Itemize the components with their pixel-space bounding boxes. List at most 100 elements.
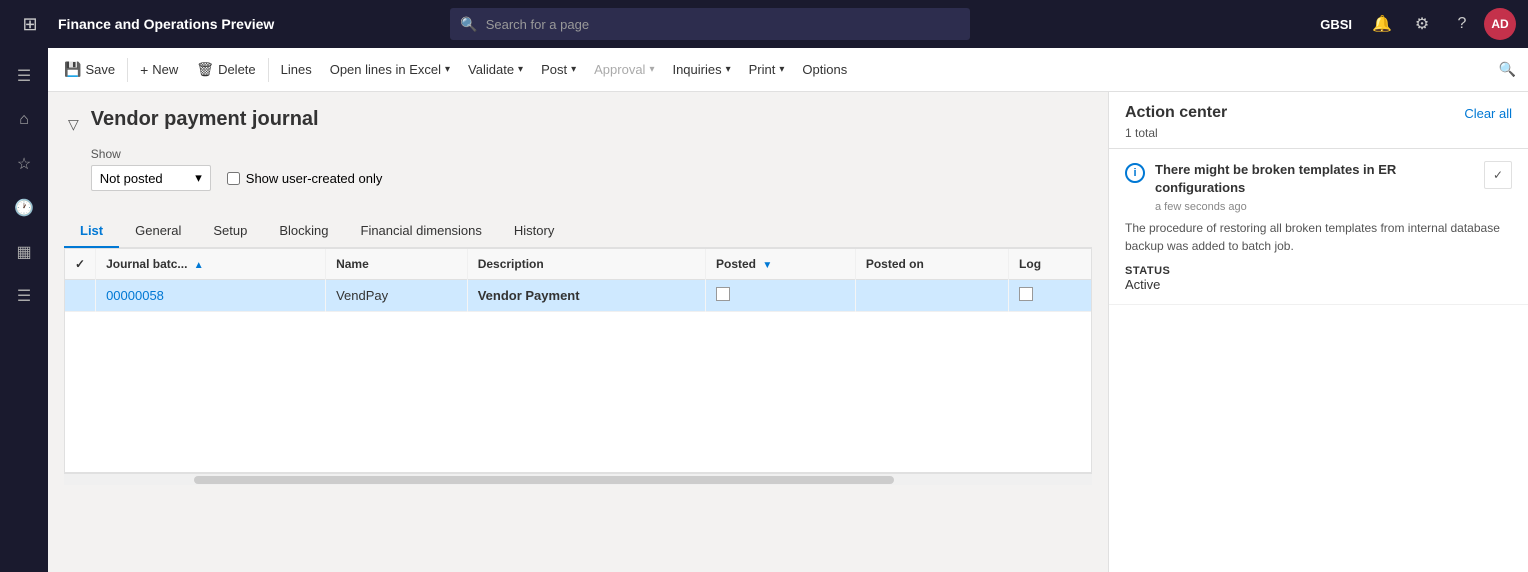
content-filter-button[interactable]: ▽ — [64, 112, 83, 137]
row-posted-on — [855, 280, 1008, 312]
save-button[interactable]: 💾 Save — [56, 57, 123, 82]
journal-table: ✓ Journal batc... ▲ Name Description — [64, 248, 1092, 473]
show-user-created-label: Show user-created only — [246, 171, 383, 186]
help-button[interactable]: ? — [1444, 6, 1480, 42]
left-sidebar: ☰ ⌂ ☆ 🕐 ▦ ☰ — [0, 48, 48, 572]
settings-button[interactable]: ⚙ — [1404, 6, 1440, 42]
info-icon: i — [1125, 163, 1145, 183]
action-item-top: i There might be broken templates in ER … — [1125, 161, 1512, 213]
show-dropdown-value: Not posted — [100, 171, 163, 186]
dropdown-arrow-icon: ▾ — [195, 170, 202, 186]
row-check-cell — [65, 280, 96, 312]
row-description: Vendor Payment — [467, 280, 705, 312]
status-section: STATUS Active — [1125, 265, 1512, 292]
action-center-panel: Action center Clear all 1 total i There … — [1108, 92, 1528, 572]
inquiries-chevron-icon: ▾ — [726, 64, 731, 75]
validate-chevron-icon: ▾ — [518, 64, 523, 75]
status-value: Active — [1125, 277, 1512, 292]
delete-icon: 🗑 — [196, 61, 214, 78]
show-user-created-checkbox[interactable] — [227, 172, 240, 185]
approval-button[interactable]: Approval ▾ — [586, 58, 662, 81]
main-layout: ▽ Vendor payment journal Show Not posted… — [48, 92, 1528, 572]
tab-blocking[interactable]: Blocking — [263, 215, 344, 248]
action-item-time: a few seconds ago — [1155, 201, 1474, 213]
open-lines-excel-button[interactable]: Open lines in Excel ▾ — [322, 58, 458, 81]
post-chevron-icon: ▾ — [571, 64, 576, 75]
show-user-created-control[interactable]: Show user-created only — [227, 171, 383, 186]
sidebar-item-favorites[interactable]: ☆ — [4, 144, 44, 184]
sidebar-item-home[interactable]: ⌂ — [4, 100, 44, 140]
tab-financial-dimensions[interactable]: Financial dimensions — [345, 215, 498, 248]
action-center-title: Action center — [1125, 104, 1227, 122]
checkmark-icon: ✓ — [75, 257, 85, 271]
search-input[interactable] — [486, 17, 961, 32]
new-icon: + — [140, 62, 148, 78]
col-header-description[interactable]: Description — [467, 249, 705, 280]
show-dropdown[interactable]: Not posted ▾ — [91, 165, 211, 191]
filter-th-icon: ▼ — [762, 260, 772, 271]
sidebar-item-hamburger[interactable]: ☰ — [4, 56, 44, 96]
col-header-posted-on[interactable]: Posted on — [855, 249, 1008, 280]
top-nav-bar: ⊞ Finance and Operations Preview 🔍 GBSI … — [0, 0, 1528, 48]
col-header-posted[interactable]: Posted ▼ — [705, 249, 855, 280]
notification-button[interactable]: 🔔 — [1364, 6, 1400, 42]
col-header-check: ✓ — [65, 249, 96, 280]
tab-list[interactable]: List — [64, 215, 119, 248]
sidebar-item-workspaces[interactable]: ▦ — [4, 232, 44, 272]
print-chevron-icon: ▾ — [779, 64, 784, 75]
row-journal-batch[interactable]: 00000058 — [96, 280, 326, 312]
journal-batch-link[interactable]: 00000058 — [106, 288, 164, 303]
options-button[interactable]: Options — [794, 58, 855, 81]
show-label: Show — [91, 147, 383, 161]
delete-button[interactable]: 🗑 Delete — [188, 57, 263, 82]
org-badge: GBSI — [1312, 17, 1360, 32]
validate-button[interactable]: Validate ▾ — [460, 58, 531, 81]
search-filter-button[interactable]: 🔍 — [1495, 57, 1520, 82]
tabs-bar: List General Setup Blocking Financial di… — [64, 215, 1092, 248]
clear-all-button[interactable]: Clear all — [1464, 106, 1512, 121]
row-name: VendPay — [326, 280, 468, 312]
status-label: STATUS — [1125, 265, 1512, 277]
scroll-thumb[interactable] — [194, 476, 894, 484]
post-button[interactable]: Post ▾ — [533, 58, 584, 81]
page-title: Vendor payment journal — [91, 108, 383, 131]
action-item-title: There might be broken templates in ER co… — [1155, 161, 1474, 197]
new-button[interactable]: + New — [132, 58, 186, 82]
col-header-name[interactable]: Name — [326, 249, 468, 280]
show-controls: Not posted ▾ Show user-created only — [91, 165, 383, 191]
avatar-button[interactable]: AD — [1484, 8, 1516, 40]
content-area: ▽ Vendor payment journal Show Not posted… — [48, 92, 1108, 572]
action-panel-header: Action center Clear all — [1109, 92, 1528, 126]
col-header-log[interactable]: Log — [1009, 249, 1091, 280]
row-posted — [705, 280, 855, 312]
app-title: Finance and Operations Preview — [58, 16, 274, 32]
sidebar-item-recent[interactable]: 🕐 — [4, 188, 44, 228]
print-button[interactable]: Print ▾ — [741, 58, 793, 81]
top-nav-right: GBSI 🔔 ⚙ ? AD — [1312, 6, 1516, 42]
table-row[interactable]: 00000058 VendPay Vendor Payment — [65, 280, 1091, 312]
horizontal-scrollbar[interactable] — [64, 473, 1092, 485]
col-header-journal-batch[interactable]: Journal batc... ▲ — [96, 249, 326, 280]
grid-menu-button[interactable]: ⊞ — [12, 6, 48, 42]
toolbar-separator-1 — [127, 58, 128, 82]
sidebar-item-modules[interactable]: ☰ — [4, 276, 44, 316]
log-checkbox — [1019, 287, 1033, 301]
tab-general[interactable]: General — [119, 215, 197, 248]
action-center-total: 1 total — [1109, 126, 1528, 149]
action-item-collapse-button[interactable]: ✓ — [1484, 161, 1512, 189]
action-item-description: The procedure of restoring all broken te… — [1125, 219, 1512, 255]
tab-history[interactable]: History — [498, 215, 570, 248]
sort-asc-icon: ▲ — [194, 260, 204, 271]
save-icon: 💾 — [64, 61, 81, 78]
toolbar: 💾 Save + New 🗑 Delete Lines Open lines i… — [48, 48, 1528, 92]
posted-checkbox — [716, 287, 730, 301]
search-icon: 🔍 — [460, 16, 477, 33]
approval-chevron-icon: ▾ — [649, 64, 654, 75]
lines-button[interactable]: Lines — [273, 58, 320, 81]
tab-setup[interactable]: Setup — [197, 215, 263, 248]
action-item-1: i There might be broken templates in ER … — [1109, 149, 1528, 305]
open-lines-chevron-icon: ▾ — [445, 64, 450, 75]
action-content: There might be broken templates in ER co… — [1155, 161, 1474, 213]
inquiries-button[interactable]: Inquiries ▾ — [664, 58, 738, 81]
toolbar-separator-2 — [268, 58, 269, 82]
